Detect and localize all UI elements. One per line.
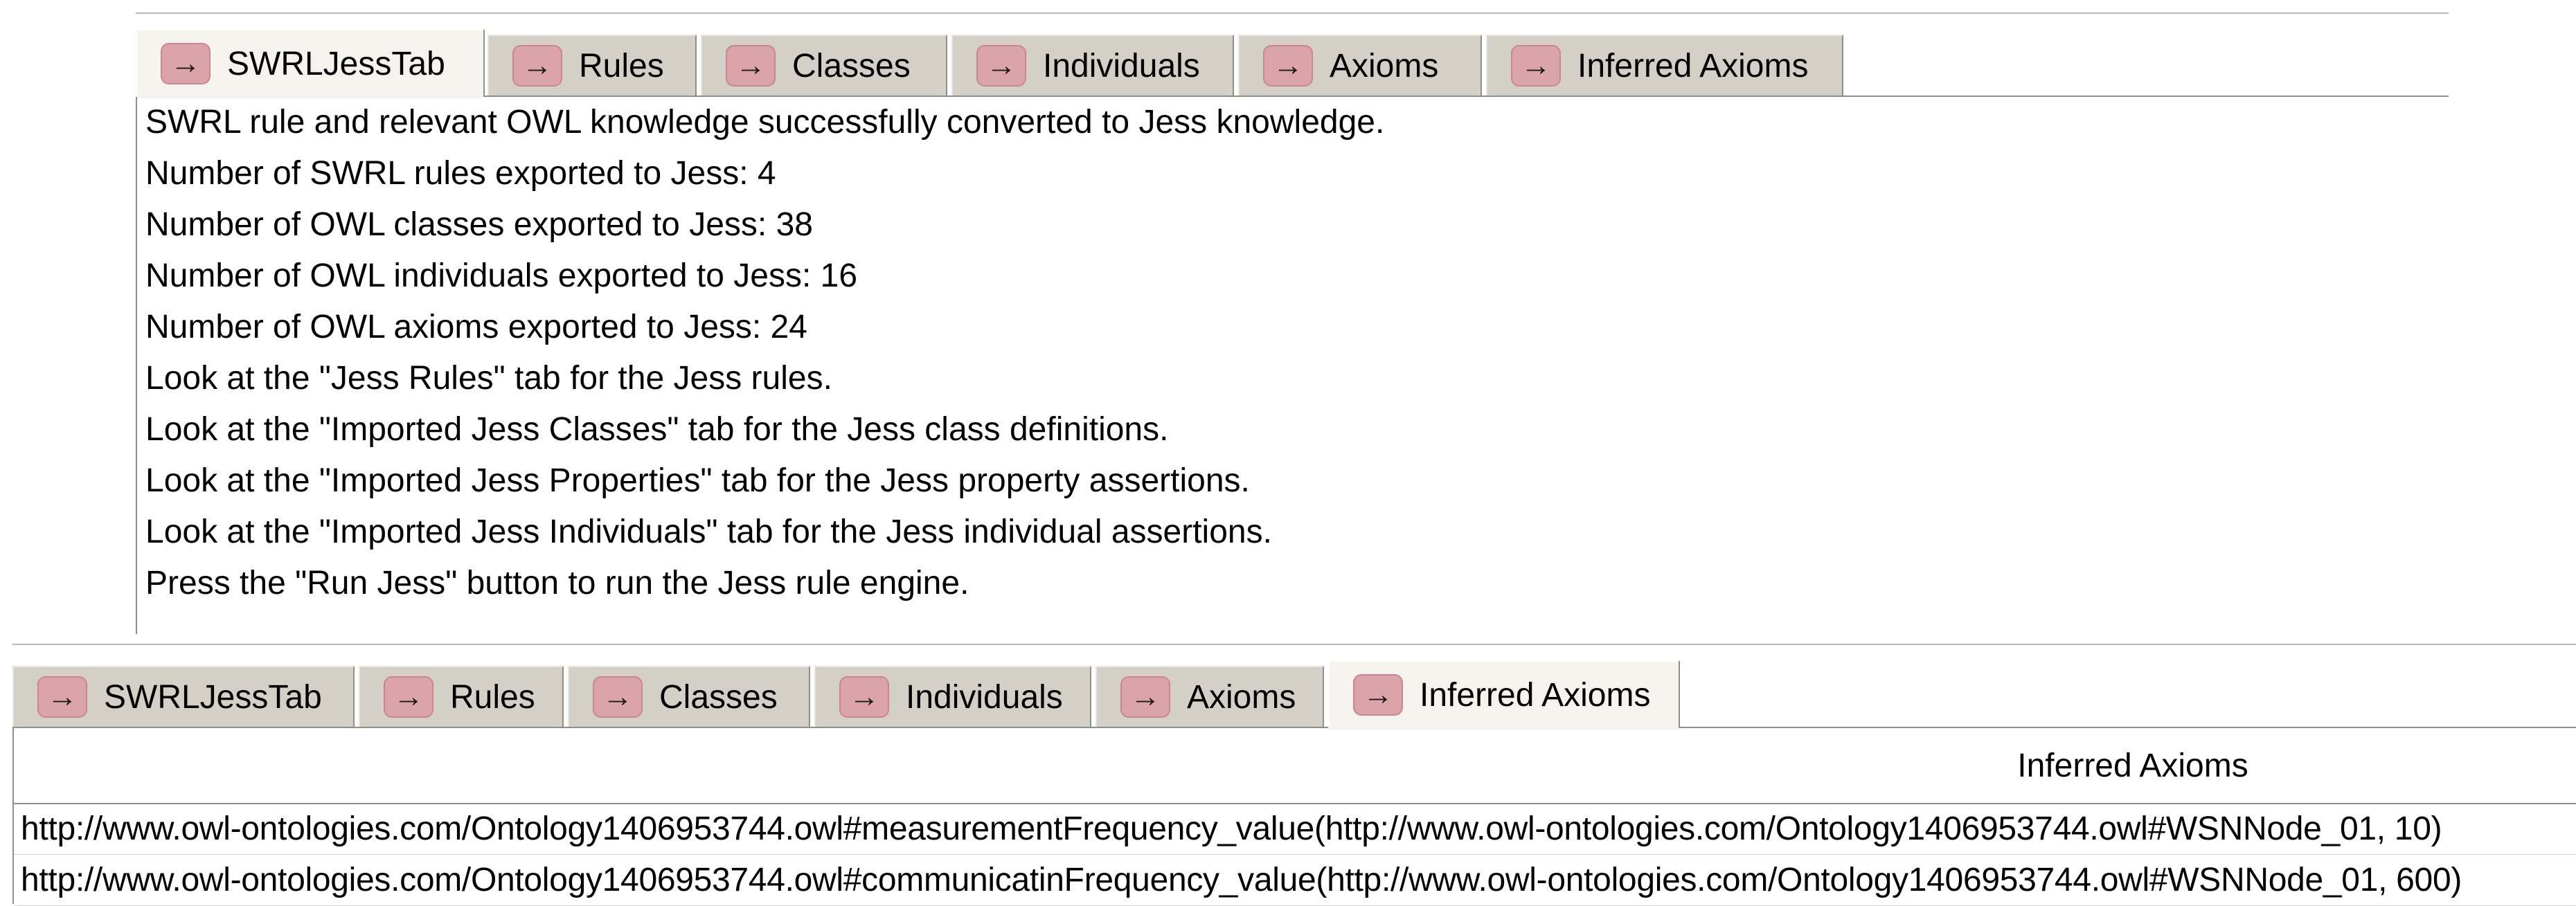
tab-swrljesstab[interactable]: → SWRLJessTab <box>12 666 355 727</box>
message-line: Number of OWL classes exported to Jess: … <box>145 206 813 243</box>
arrow-right-icon: → <box>512 45 562 87</box>
message-line: Look at the "Imported Jess Properties" t… <box>145 462 1250 499</box>
tab-label: Rules <box>450 678 535 716</box>
arrow-right-icon: → <box>839 676 889 718</box>
tab-label: Individuals <box>906 678 1063 716</box>
arrow-right-icon: → <box>1120 676 1170 718</box>
arrow-right-icon: → <box>726 45 776 87</box>
arrow-right-icon: → <box>161 43 211 84</box>
message-line: Number of OWL individuals exported to Je… <box>145 257 858 294</box>
arrow-right-icon: → <box>593 676 643 718</box>
arrow-right-icon: → <box>976 45 1026 87</box>
tab-inferred-axioms[interactable]: → Inferred Axioms <box>1328 660 1680 730</box>
column-header-inferred-axioms[interactable]: Inferred Axioms <box>14 728 2576 804</box>
message-line: Number of OWL axioms exported to Jess: 2… <box>145 309 807 345</box>
table-row[interactable]: http://www.owl-ontologies.com/Ontology14… <box>14 804 2576 855</box>
tab-label: Classes <box>659 678 778 716</box>
tab-axioms[interactable]: → Axioms <box>1095 666 1324 727</box>
inferred-axioms-panel: → SWRLJessTab → Rules → Classes → Indivi… <box>12 644 2576 906</box>
tab-individuals[interactable]: → Individuals <box>814 666 1091 727</box>
tab-label: Axioms <box>1187 678 1296 716</box>
tab-label: Rules <box>579 47 664 84</box>
tab-swrljesstab[interactable]: → SWRLJessTab <box>136 29 485 98</box>
tab-label: SWRLJessTab <box>104 678 322 716</box>
message-line: Look at the "Imported Jess Classes" tab … <box>145 411 1169 448</box>
tab-axioms[interactable]: → Axioms <box>1238 35 1482 96</box>
tab-rules[interactable]: → Rules <box>359 666 564 727</box>
tab-label: Axioms <box>1330 47 1439 84</box>
message-line: Number of SWRL rules exported to Jess: 4 <box>145 155 776 192</box>
tab-individuals[interactable]: → Individuals <box>951 35 1234 96</box>
message-line: Look at the "Jess Rules" tab for the Jes… <box>145 360 832 397</box>
tab-label: Inferred Axioms <box>1420 676 1651 714</box>
tab-label: Inferred Axioms <box>1577 47 1809 84</box>
tab-classes[interactable]: → Classes <box>568 666 810 727</box>
tab-rules[interactable]: → Rules <box>488 35 697 96</box>
tab-label: Classes <box>792 47 911 84</box>
arrow-right-icon: → <box>384 676 433 718</box>
inferred-axioms-table: Inferred Axioms http://www.owl-ontologie… <box>12 728 2576 906</box>
swrljesstab-panel: → SWRLJessTab → Rules → Classes → Indivi… <box>136 12 2449 634</box>
tab-classes[interactable]: → Classes <box>701 35 947 96</box>
column-header-label: Inferred Axioms <box>2017 747 2248 784</box>
message-line: Look at the "Imported Jess Individuals" … <box>145 514 1272 550</box>
message-line: Press the "Run Jess" button to run the J… <box>145 565 969 601</box>
top-tab-strip: → SWRLJessTab → Rules → Classes → Indivi… <box>136 12 2449 98</box>
tab-label: SWRLJessTab <box>227 45 445 82</box>
message-area: SWRL rule and relevant OWL knowledge suc… <box>136 97 2449 634</box>
tab-label: Individuals <box>1043 47 1200 84</box>
arrow-right-icon: → <box>1263 45 1313 87</box>
arrow-right-icon: → <box>37 676 87 718</box>
arrow-right-icon: → <box>1353 674 1403 716</box>
message-line: SWRL rule and relevant OWL knowledge suc… <box>145 104 1385 141</box>
arrow-right-icon: → <box>1511 45 1561 87</box>
table-row[interactable]: http://www.owl-ontologies.com/Ontology14… <box>14 855 2576 906</box>
tab-inferred-axioms[interactable]: → Inferred Axioms <box>1486 35 1843 96</box>
bottom-tab-strip: → SWRLJessTab → Rules → Classes → Indivi… <box>12 644 2576 730</box>
